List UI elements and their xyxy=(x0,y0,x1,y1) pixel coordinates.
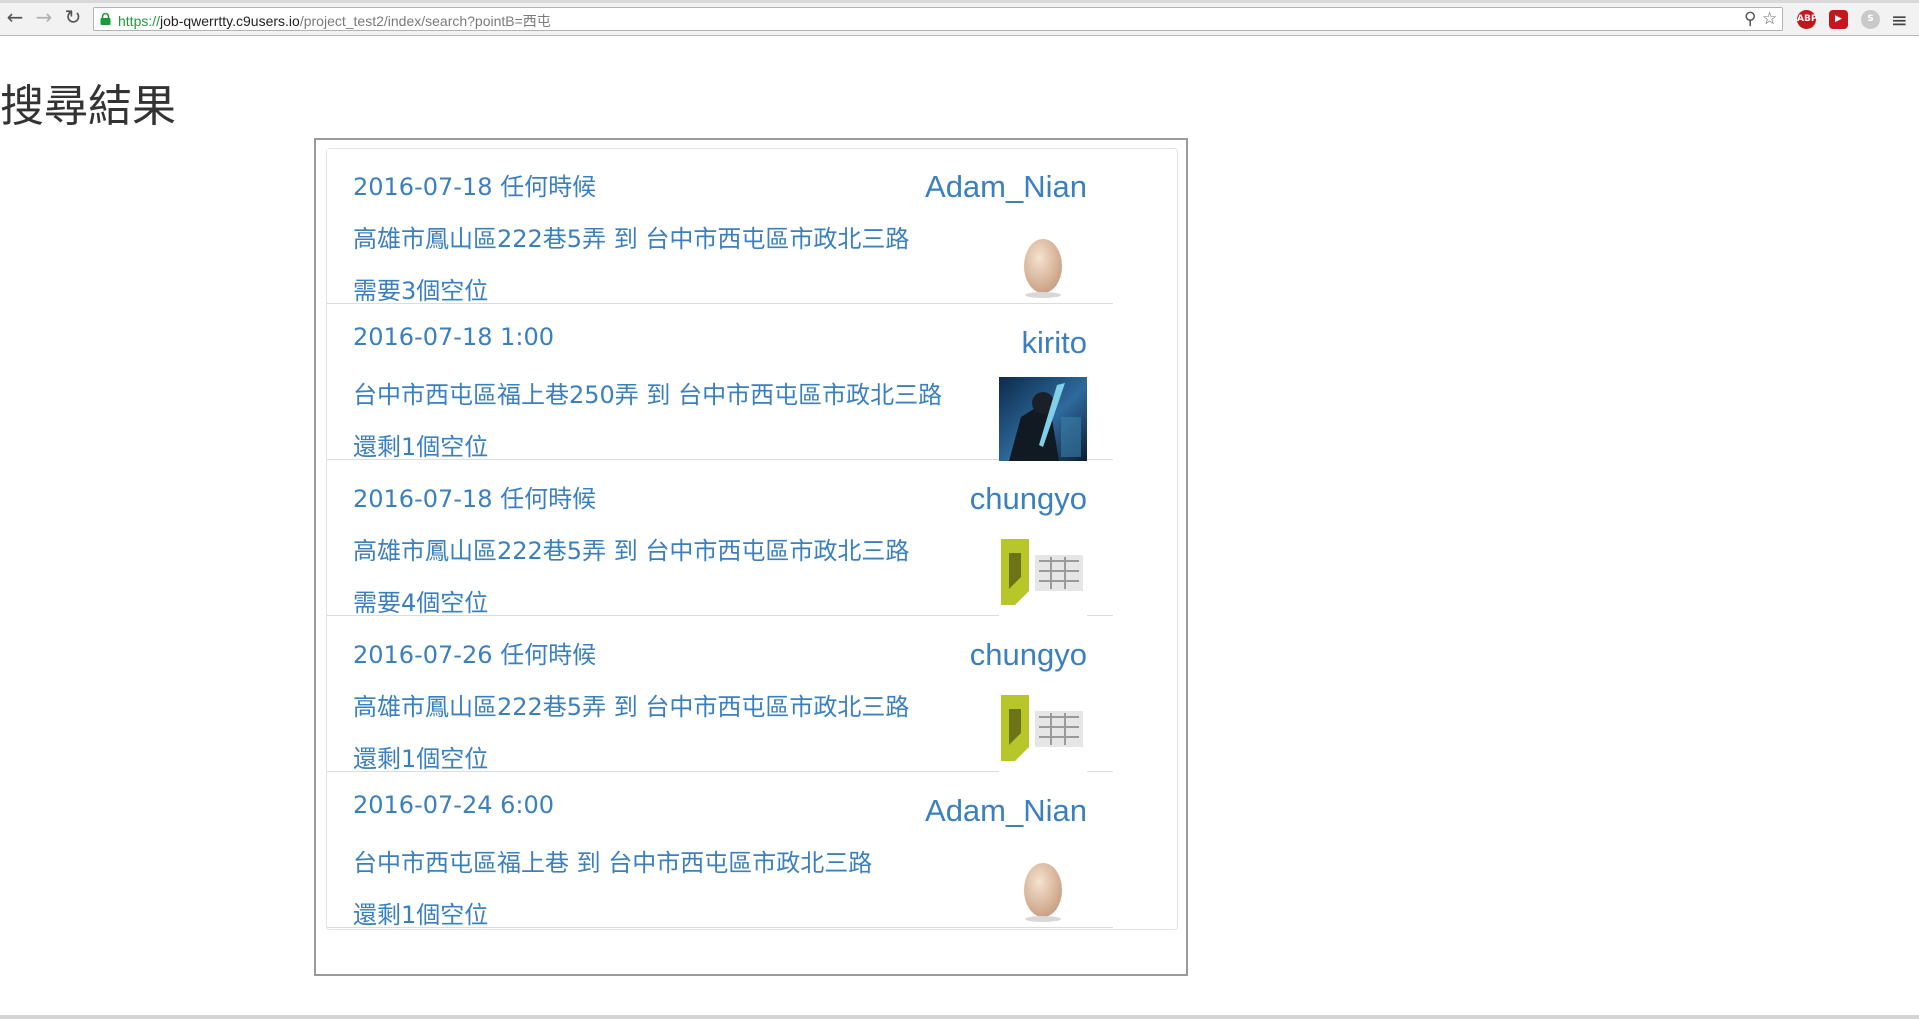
url-host: job-qwerrtty.c9users.io xyxy=(160,13,300,29)
avatar-company-logo[interactable] xyxy=(999,689,1087,773)
trip-date[interactable]: 2016-07-18 任何時候 xyxy=(353,167,596,202)
reload-icon[interactable]: ↻ xyxy=(61,5,85,29)
trip-date[interactable]: 2016-07-18 1:00 xyxy=(353,323,554,351)
avatar-egg[interactable] xyxy=(999,845,1087,929)
trip-date[interactable]: 2016-07-18 任何時候 xyxy=(353,479,596,514)
lock-icon xyxy=(100,13,111,25)
forward-arrow-icon[interactable]: → xyxy=(32,5,56,29)
result-item[interactable]: 2016-07-18 1:00 台中市西屯區福上巷250弄 到 台中市西屯區市政… xyxy=(327,305,1113,462)
trip-route[interactable]: 台中市西屯區福上巷250弄 到 台中市西屯區市政北三路 xyxy=(353,375,942,410)
back-arrow-icon[interactable]: ← xyxy=(3,5,27,29)
avatar-anime-character[interactable] xyxy=(999,377,1087,461)
user-name-link[interactable]: Adam_Nian xyxy=(925,169,1087,205)
trip-seats[interactable]: 需要3個空位 xyxy=(353,271,488,306)
star-icon[interactable]: ☆ xyxy=(1762,9,1777,29)
user-name-link[interactable]: kirito xyxy=(1022,325,1087,361)
result-item[interactable]: 2016-07-24 6:00 台中市西屯區福上巷 到 台中市西屯區市政北三路 … xyxy=(327,773,1113,930)
url-text: https://job-qwerrtty.c9users.io/project_… xyxy=(118,11,551,31)
browser-toolbar: ← → ↻ https://job-qwerrtty.c9users.io/pr… xyxy=(0,3,1919,36)
zoom-icon[interactable]: ⚲ xyxy=(1744,9,1756,29)
trip-date[interactable]: 2016-07-24 6:00 xyxy=(353,791,554,819)
hamburger-menu-icon[interactable]: ≡ xyxy=(1891,8,1908,32)
url-path: /project_test2/index/search?pointB=西屯 xyxy=(299,13,551,29)
trip-route[interactable]: 高雄市鳳山區222巷5弄 到 台中市西屯區市政北三路 xyxy=(353,531,909,566)
skype-icon[interactable]: S xyxy=(1861,10,1880,29)
address-bar[interactable]: https://job-qwerrtty.c9users.io/project_… xyxy=(93,7,1783,31)
result-item[interactable]: 2016-07-18 任何時候 高雄市鳳山區222巷5弄 到 台中市西屯區市政北… xyxy=(327,149,1113,306)
result-item[interactable]: 2016-07-26 任何時候 高雄市鳳山區222巷5弄 到 台中市西屯區市政北… xyxy=(327,617,1113,774)
trip-route[interactable]: 高雄市鳳山區222巷5弄 到 台中市西屯區市政北三路 xyxy=(353,687,909,722)
trip-seats[interactable]: 還剩1個空位 xyxy=(353,739,488,774)
url-scheme: https:// xyxy=(118,13,161,29)
trip-seats[interactable]: 需要4個空位 xyxy=(353,583,488,618)
trip-route[interactable]: 高雄市鳳山區222巷5弄 到 台中市西屯區市政北三路 xyxy=(353,219,909,254)
result-item[interactable]: 2016-07-18 任何時候 高雄市鳳山區222巷5弄 到 台中市西屯區市政北… xyxy=(327,461,1113,618)
avatar-company-logo[interactable] xyxy=(999,533,1087,617)
user-name-link[interactable]: Adam_Nian xyxy=(925,793,1087,829)
trip-date[interactable]: 2016-07-26 任何時候 xyxy=(353,635,596,670)
user-name-link[interactable]: chungyo xyxy=(970,637,1087,673)
trip-route[interactable]: 台中市西屯區福上巷 到 台中市西屯區市政北三路 xyxy=(353,843,872,878)
adblock-plus-icon[interactable]: ABP xyxy=(1797,10,1817,29)
taskbar-strip xyxy=(0,1015,1919,1019)
trip-seats[interactable]: 還剩1個空位 xyxy=(353,427,488,462)
user-name-link[interactable]: chungyo xyxy=(970,481,1087,517)
trip-seats[interactable]: 還剩1個空位 xyxy=(353,895,488,930)
avatar-egg[interactable] xyxy=(999,221,1087,305)
page-title: 搜尋結果 xyxy=(0,81,176,132)
red-extension-icon[interactable]: ▶ xyxy=(1829,10,1848,29)
